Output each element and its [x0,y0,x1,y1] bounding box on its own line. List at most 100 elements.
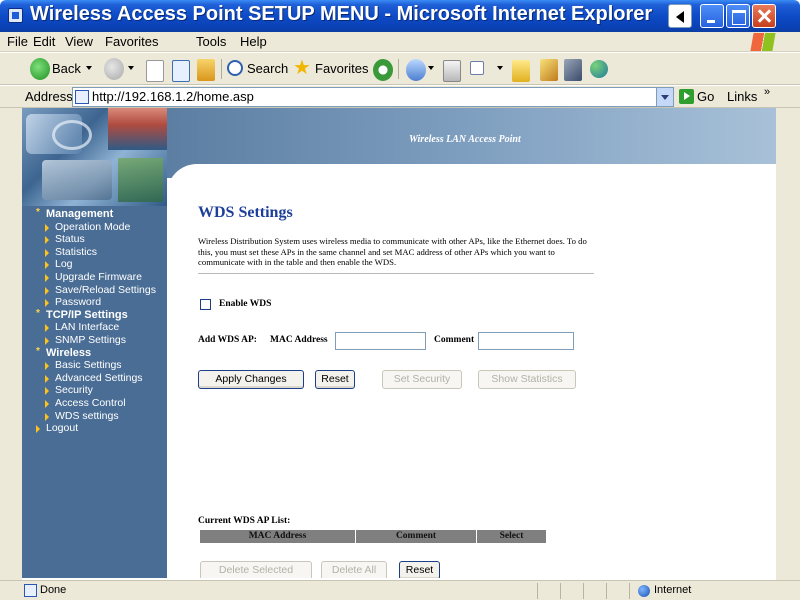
search-icon[interactable] [227,60,243,76]
column-comment: Comment [395,531,437,541]
sidebar: * Management Operation Mode Status Statis… [22,108,167,578]
apply-changes-button[interactable]: Apply Changes [198,370,304,389]
menu-favorites[interactable]: Favorites [105,34,158,49]
sidebar-item-security[interactable]: Security [32,384,167,397]
sidebar-item-lan-interface[interactable]: LAN Interface [32,321,167,334]
banner-brand-text: Wireless LAN Access Point [409,134,521,145]
refresh-icon[interactable] [172,60,190,82]
arrow-icon [45,387,49,396]
nav-back-icon[interactable] [668,4,692,28]
minimize-button[interactable] [700,4,724,28]
menu-file[interactable]: File [7,34,28,49]
page-title: WDS Settings [198,204,293,221]
sidebar-item-advanced-settings[interactable]: Advanced Settings [32,372,167,385]
home-icon[interactable] [197,59,215,81]
arrow-icon [36,425,40,434]
set-security-button[interactable]: Set Security [382,370,462,389]
sidebar-item-save-reload-settings[interactable]: Save/Reload Settings [32,284,167,297]
internet-zone-icon [638,585,650,597]
sidebar-item-basic-settings[interactable]: Basic Settings [32,359,167,372]
title-bar: Wireless Access Point SETUP MENU - Micro… [0,0,800,32]
category-star-icon: * [36,207,40,218]
address-input[interactable]: http://192.168.1.2/home.asp [72,87,674,107]
edit-page-icon[interactable] [470,61,484,75]
close-button[interactable] [752,4,776,28]
category-star-icon: * [36,307,40,319]
edit-dropdown-icon[interactable] [497,66,503,70]
mac-address-input[interactable] [335,332,426,350]
sidebar-item-access-control[interactable]: Access Control [32,397,167,410]
security-zone-label: Internet [654,584,692,596]
maximize-button[interactable] [726,4,750,28]
page-done-icon [24,584,37,597]
history-icon[interactable] [373,59,393,81]
forward-dropdown-icon[interactable] [128,66,134,70]
enable-wds-checkbox[interactable] [200,299,211,310]
add-wds-ap-label: Add WDS AP: [198,335,257,345]
stop-icon[interactable] [146,60,164,82]
sidebar-category-tcpip[interactable]: * TCP/IP Settings [32,307,167,322]
sidebar-item-statistics[interactable]: Statistics [32,246,167,259]
messenger-icon[interactable] [590,60,608,78]
address-url[interactable]: http://192.168.1.2/home.asp [92,89,254,104]
sidebar-item-logout[interactable]: Logout [32,422,167,435]
folder-icon[interactable] [512,60,530,82]
mail-dropdown-icon[interactable] [428,66,434,70]
comment-input[interactable] [478,332,574,350]
show-statistics-button[interactable]: Show Statistics [478,370,576,389]
sidebar-category-wireless[interactable]: * Wireless [32,345,167,360]
arrow-icon [45,273,49,282]
status-text: Done [40,584,67,596]
sidebar-item-status[interactable]: Status [32,233,167,246]
sidebar-item-wds-settings[interactable]: WDS settings [32,410,167,423]
address-label: Address [25,89,73,104]
sidebar-header-image [22,108,167,206]
links-button[interactable]: Links [727,89,757,104]
reset-button[interactable]: Reset [315,370,355,389]
sidebar-menu: * Management Operation Mode Status Statis… [32,207,167,435]
sidebar-item-upgrade-firmware[interactable]: Upgrade Firmware [32,271,167,284]
page-description: Wireless Distribution System uses wirele… [198,236,587,267]
delete-selected-button[interactable]: Delete Selected [200,561,312,578]
arrow-icon [45,248,49,257]
window-frame-left [0,108,22,580]
back-dropdown-icon[interactable] [86,66,92,70]
arrow-icon [45,223,49,232]
menu-view[interactable]: View [65,34,93,49]
back-arrow-icon[interactable] [30,58,50,80]
search-button[interactable]: Search [247,61,288,76]
list-reset-button[interactable]: Reset [399,561,440,578]
delete-all-button[interactable]: Delete All [321,561,387,578]
arrow-icon [45,362,49,371]
links-chevron-icon[interactable]: » [764,86,770,98]
back-button[interactable]: Back [52,61,81,76]
mail-icon[interactable] [406,59,426,81]
column-select: Select [499,531,524,541]
ie-app-icon[interactable] [8,8,23,23]
window-title: Wireless Access Point SETUP MENU - Micro… [30,3,653,25]
window-frame-right [776,108,800,580]
go-arrow-icon[interactable] [679,89,694,104]
menu-edit[interactable]: Edit [33,34,55,49]
sidebar-item-operation-mode[interactable]: Operation Mode [32,221,167,234]
favorites-star-icon[interactable]: ★ [293,58,313,78]
banner-curve [167,164,776,194]
address-bar: Address http://192.168.1.2/home.asp Go L… [0,86,800,108]
sidebar-category-management[interactable]: * Management [32,207,167,221]
messenger-book-icon[interactable] [564,59,582,81]
wds-ap-list-header: MAC Address Comment Select [200,530,546,543]
forward-arrow-icon[interactable] [104,58,124,80]
print-icon[interactable] [443,60,461,82]
sidebar-item-log[interactable]: Log [32,258,167,271]
research-icon[interactable] [540,59,558,81]
menu-tools[interactable]: Tools [196,34,226,49]
sidebar-item-password[interactable]: Password [32,296,167,309]
sidebar-item-snmp-settings[interactable]: SNMP Settings [32,334,167,347]
arrow-icon [45,399,49,408]
favorites-button[interactable]: Favorites [315,61,368,76]
menu-help[interactable]: Help [240,34,267,49]
address-dropdown-icon[interactable] [656,88,673,106]
page-viewport: * Management Operation Mode Status Statis… [22,108,776,578]
go-button[interactable]: Go [697,89,714,104]
category-star-icon: * [36,345,40,357]
